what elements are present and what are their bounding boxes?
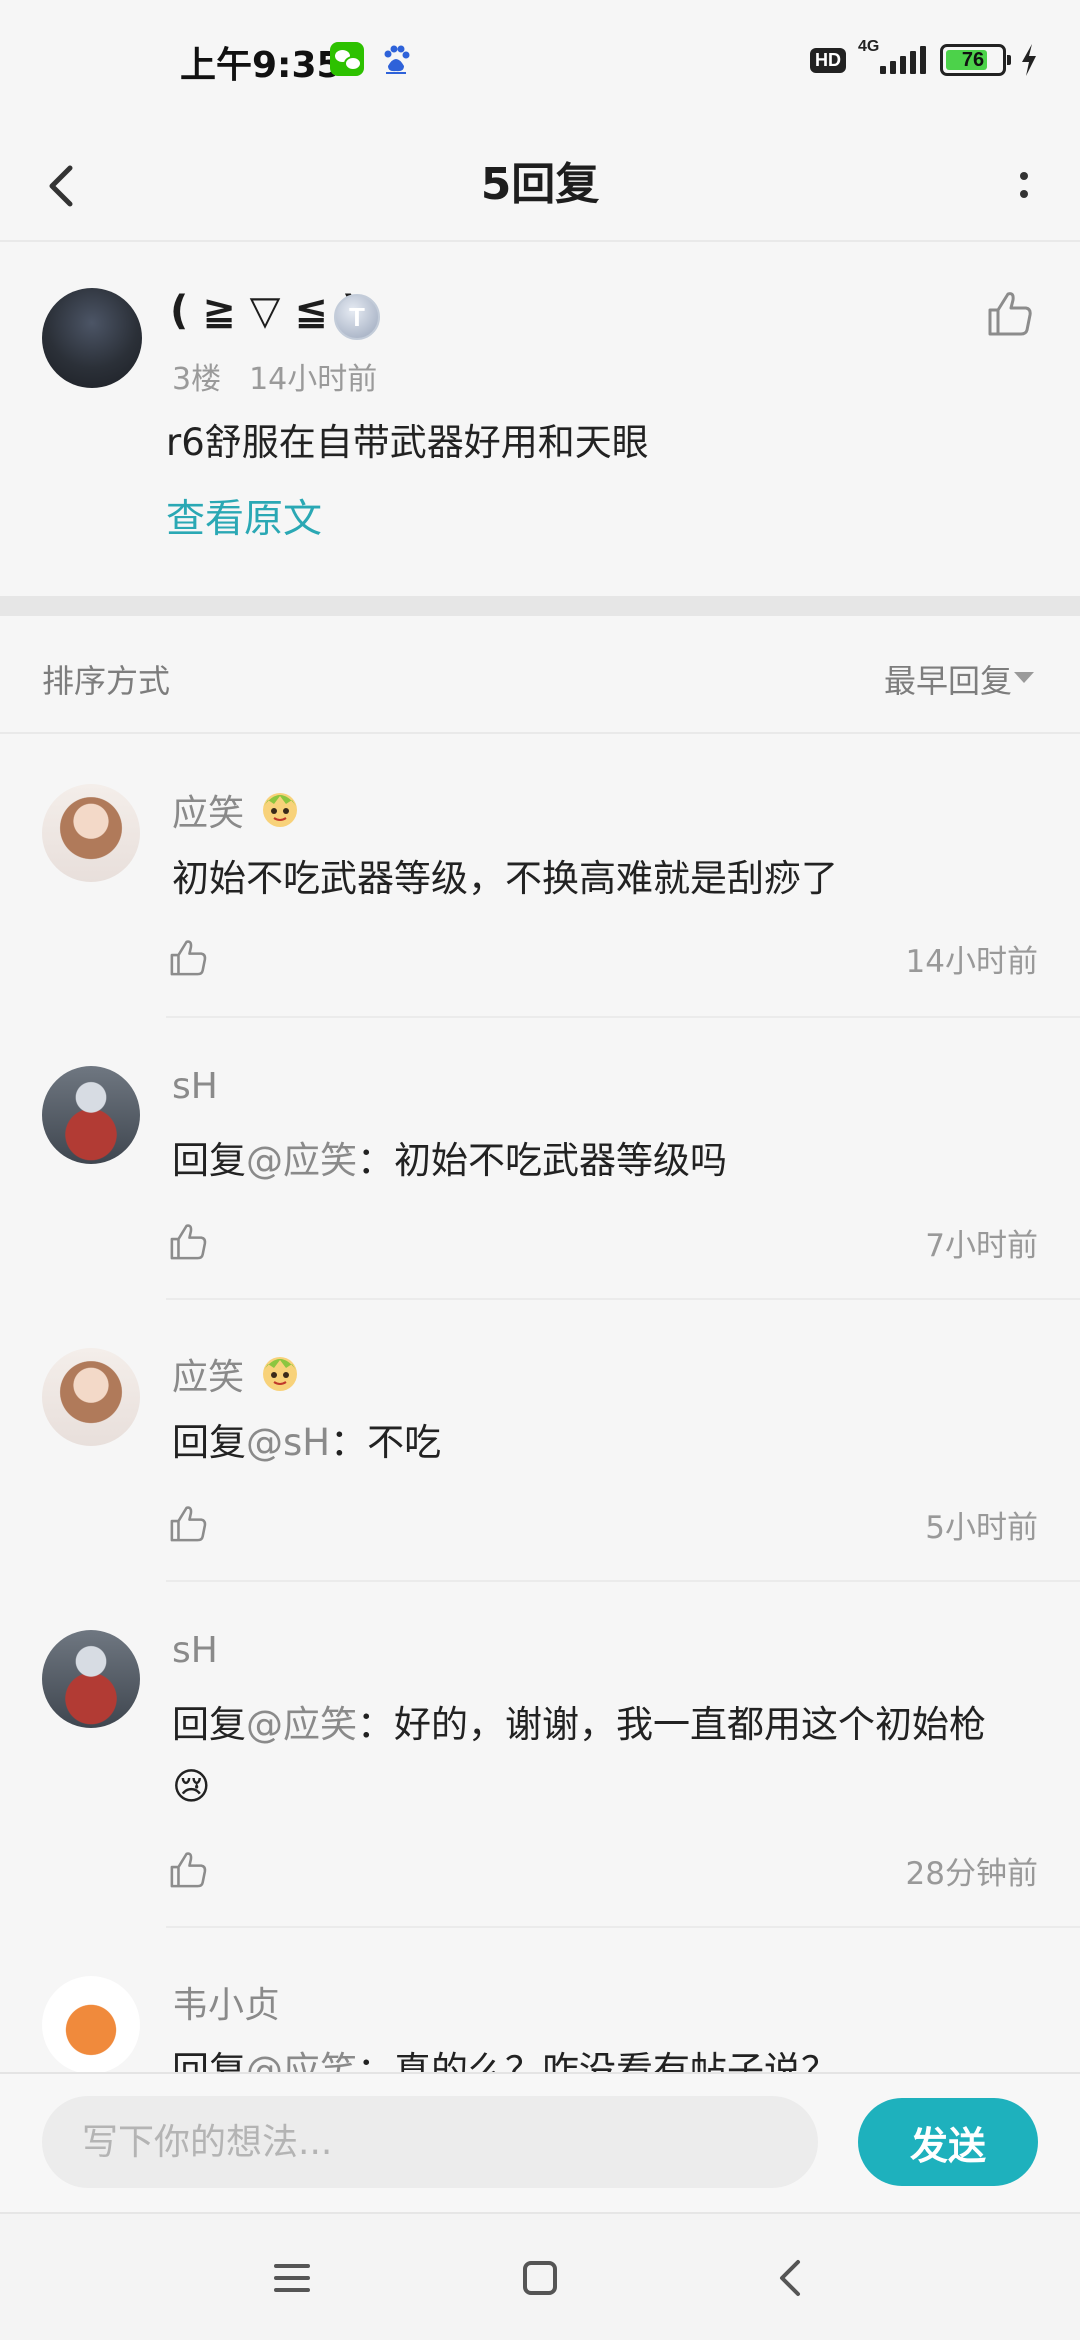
avatar[interactable] bbox=[42, 1348, 140, 1446]
reply-author[interactable]: 应笑 bbox=[172, 784, 244, 836]
reply-time: 7小时前 bbox=[925, 1228, 1038, 1264]
reply-body: ：好的，谢谢，我一直都用这个初始枪 bbox=[357, 1703, 986, 1746]
reply-prefix: 回复 bbox=[172, 1421, 246, 1464]
reply-author[interactable]: 韦小贞 bbox=[172, 1976, 280, 2028]
reply-mention[interactable]: @sH bbox=[246, 1421, 330, 1464]
status-right: HD 4G 76 bbox=[810, 38, 1040, 80]
reply-body: 初始不吃武器等级，不换高难就是刮痧了 bbox=[172, 857, 838, 900]
reply-author[interactable]: sH bbox=[172, 1066, 218, 1107]
like-icon[interactable] bbox=[980, 284, 1040, 344]
avatar[interactable] bbox=[42, 1066, 140, 1164]
top-nav: 5回复 bbox=[0, 120, 1080, 242]
avatar[interactable] bbox=[42, 1630, 140, 1728]
reply-body: ：初始不吃武器等级吗 bbox=[357, 1139, 727, 1182]
menu-icon[interactable] bbox=[262, 2248, 322, 2308]
level-badge-label: T bbox=[349, 302, 365, 332]
like-icon[interactable] bbox=[166, 936, 210, 980]
back-icon[interactable] bbox=[762, 2248, 822, 2308]
network-label: 4G bbox=[858, 38, 880, 55]
sort-dropdown[interactable]: 最早回复 bbox=[884, 656, 1012, 702]
baidu-icon bbox=[384, 45, 410, 74]
reply-time: 14小时前 bbox=[905, 944, 1038, 980]
reply-item: sH 回复@应笑：初始不吃武器等级吗 7小时前 bbox=[0, 1018, 1080, 1300]
reply-mention[interactable]: @应笑 bbox=[246, 1703, 357, 1746]
avatar[interactable] bbox=[42, 288, 142, 388]
view-original-link[interactable]: 查看原文 bbox=[166, 488, 322, 544]
reply-author[interactable]: 应笑 bbox=[172, 1348, 244, 1400]
post-floor: 3楼 bbox=[172, 362, 222, 397]
reply-item: sH 回复@应笑：好的，谢谢，我一直都用这个初始枪 😢 28分钟前 bbox=[0, 1582, 1080, 1928]
reply-prefix: 回复 bbox=[172, 1703, 246, 1746]
section-divider bbox=[0, 596, 1080, 616]
reply-text: 回复@应笑：真的么？咋没看有帖子说？ bbox=[172, 2040, 1042, 2072]
avatar[interactable] bbox=[42, 1976, 140, 2072]
reply-prefix: 回复 bbox=[172, 1139, 246, 1182]
reply-text: 回复@应笑：好的，谢谢，我一直都用这个初始枪 😢 bbox=[172, 1694, 1042, 1818]
reply-item: 应笑 初始不吃武器等级，不换高难就是刮痧了 14小时前 bbox=[0, 736, 1080, 1018]
reply-prefix: 回复 bbox=[172, 2049, 246, 2072]
status-time: 上午9:35 bbox=[180, 45, 342, 86]
caret-down-icon[interactable] bbox=[1014, 672, 1034, 683]
reply-body: ：真的么？咋没看有帖子说？ bbox=[357, 2049, 838, 2072]
comment-input[interactable] bbox=[42, 2096, 818, 2188]
send-button[interactable]: 发送 bbox=[858, 2098, 1038, 2186]
post-time: 14小时前 bbox=[249, 362, 378, 397]
system-nav-bar bbox=[0, 2212, 1080, 2340]
reply-text: 初始不吃武器等级，不换高难就是刮痧了 bbox=[172, 848, 1042, 910]
emoji-badge-icon bbox=[263, 1357, 297, 1391]
charging-icon bbox=[1022, 44, 1036, 76]
reply-author[interactable]: sH bbox=[172, 1630, 218, 1671]
page-title: 5回复 bbox=[480, 159, 600, 210]
reply-item: 应笑 回复@sH：不吃 5小时前 bbox=[0, 1300, 1080, 1582]
sort-bar: 排序方式 最早回复 bbox=[0, 616, 1080, 734]
avatar[interactable] bbox=[42, 784, 140, 882]
signal-icon: 4G bbox=[858, 38, 928, 78]
status-bar: 上午9:35 HD 4G 76 bbox=[0, 0, 1080, 120]
sort-label: 排序方式 bbox=[42, 662, 171, 700]
original-post: ( ≧ ▽ ≦ ) T 3楼 14小时前 r6舒服在自带武器好用和天眼 查看原文 bbox=[0, 244, 1080, 596]
post-author[interactable]: ( ≧ ▽ ≦ ) bbox=[170, 288, 360, 334]
hd-icon: HD bbox=[810, 47, 846, 73]
post-meta: 3楼 14小时前 bbox=[172, 354, 377, 398]
post-content: r6舒服在自带武器好用和天眼 bbox=[166, 421, 649, 464]
like-icon[interactable] bbox=[166, 1502, 210, 1546]
reply-time: 5小时前 bbox=[925, 1510, 1038, 1546]
like-icon[interactable] bbox=[166, 1848, 210, 1892]
reply-mention[interactable]: @应笑 bbox=[246, 1139, 357, 1182]
reply-time: 28分钟前 bbox=[905, 1856, 1038, 1892]
reply-text: 回复@应笑：初始不吃武器等级吗 bbox=[172, 1130, 1042, 1192]
reply-mention[interactable]: @应笑 bbox=[246, 2049, 357, 2072]
level-badge-icon: T bbox=[334, 294, 380, 340]
reply-body: ：不吃 bbox=[330, 1421, 442, 1464]
battery-level: 76 bbox=[961, 49, 985, 71]
reply-item: 韦小贞 回复@应笑：真的么？咋没看有帖子说？ bbox=[0, 1928, 1080, 2072]
emoji-badge-icon bbox=[263, 793, 297, 827]
like-icon[interactable] bbox=[166, 1220, 210, 1264]
battery-icon: 76 bbox=[940, 44, 1011, 76]
more-options-icon[interactable] bbox=[994, 140, 1054, 230]
reply-text: 回复@sH：不吃 bbox=[172, 1412, 1042, 1474]
wechat-icon bbox=[330, 42, 364, 76]
crying-emoji-icon: 😢 bbox=[172, 1765, 211, 1808]
home-icon[interactable] bbox=[510, 2248, 570, 2308]
reply-composer: 发送 bbox=[0, 2072, 1080, 2212]
